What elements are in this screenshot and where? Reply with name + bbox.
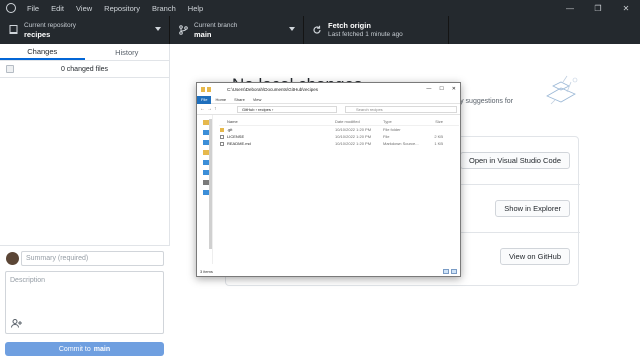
explorer-status-bar: 3 items (200, 269, 213, 274)
changes-header: 0 changed files (0, 61, 169, 78)
tab-history[interactable]: History (85, 44, 170, 60)
avatar (6, 252, 19, 265)
last-fetched-text: Last fetched 1 minute ago (328, 31, 403, 38)
illustration-icon (546, 75, 578, 105)
suggestions-text: lly suggestions for (457, 98, 514, 105)
changed-files-count: 0 changed files (60, 65, 109, 73)
file-list-header: Name Date modified Type Size (219, 118, 459, 126)
branch-icon (178, 25, 188, 35)
sidebar-tabs: Changes History (0, 44, 169, 61)
column-type[interactable]: Type (383, 119, 423, 124)
minimize-button[interactable]: — (556, 0, 584, 16)
ribbon-tab-share[interactable]: Share (230, 97, 249, 102)
file-name: README.md (227, 141, 251, 146)
menu-bar: File Edit View Repository Branch Help (27, 0, 203, 16)
file-explorer-window[interactable]: C:\Users\Deborah\Documents\GitHub\recipe… (196, 82, 461, 277)
ribbon-tab-file[interactable]: File (197, 95, 212, 104)
file-size: 2 KB (434, 134, 443, 139)
column-date-modified[interactable]: Date modified (335, 119, 383, 124)
commit-button-label: Commit to (58, 345, 91, 353)
file-icon (220, 135, 224, 139)
select-all-checkbox[interactable] (6, 65, 14, 73)
explorer-minimize-button[interactable]: — (426, 86, 431, 92)
explorer-address-row: ←→↑ GitHub › recipes › Search recipes (197, 104, 460, 115)
repository-icon (8, 25, 18, 35)
close-button[interactable]: ✕ (612, 0, 640, 16)
file-row[interactable]: README.md 10/10/2022 1:20 PM Markdown So… (219, 140, 459, 147)
file-date: 10/10/2022 1:20 PM (335, 127, 372, 132)
current-branch-dropdown[interactable]: Current branch main (170, 16, 304, 44)
menu-file[interactable]: File (27, 4, 39, 13)
file-row[interactable]: .git 10/10/2022 1:20 PM File folder (219, 126, 459, 133)
column-size[interactable]: Size (423, 119, 443, 124)
show-in-explorer-button[interactable]: Show in Explorer (495, 200, 570, 217)
add-co-author-icon[interactable] (11, 319, 22, 330)
github-logo-icon (6, 3, 16, 13)
toolbar: Current repository recipes Current branc… (0, 16, 640, 44)
chevron-down-icon (155, 27, 161, 31)
explorer-window-controls: — ☐ ✕ (426, 86, 456, 92)
fetch-origin-button[interactable]: Fetch origin Last fetched 1 minute ago (304, 16, 449, 44)
restore-button[interactable]: ❐ (584, 0, 612, 16)
current-repository-value: recipes (24, 30, 51, 39)
current-repository-dropdown[interactable]: Current repository recipes (0, 16, 170, 44)
view-toggle-buttons (443, 269, 457, 274)
explorer-ribbon: File Home Share View (197, 95, 460, 104)
commit-area: Summary (required) Description Commit to… (0, 245, 170, 360)
window-controls: — ❐ ✕ (556, 0, 640, 16)
file-type: File folder (383, 127, 401, 132)
current-branch-value: main (194, 30, 212, 39)
explorer-close-button[interactable]: ✕ (452, 86, 456, 92)
file-name: LICENSE (227, 134, 245, 139)
commit-button[interactable]: Commit to main (5, 342, 164, 356)
current-repository-label: Current repository (24, 22, 77, 29)
explorer-title-bar: C:\Users\Deborah\Documents\GitHub\recipe… (197, 83, 460, 96)
sync-icon (312, 25, 322, 35)
large-icons-view-icon[interactable] (451, 269, 457, 274)
ribbon-tab-view[interactable]: View (249, 97, 266, 102)
file-name: .git (227, 127, 233, 132)
chevron-down-icon (289, 27, 295, 31)
sidebar: Changes History 0 changed files Summary … (0, 44, 170, 360)
description-placeholder: Description (10, 277, 46, 284)
file-row[interactable]: LICENSE 10/10/2022 1:20 PM File 2 KB (219, 133, 459, 140)
file-type: Markdown Source... (383, 141, 419, 146)
file-date: 10/10/2022 1:20 PM (335, 134, 372, 139)
menu-branch[interactable]: Branch (152, 4, 176, 13)
folder-icon (220, 128, 224, 132)
description-field[interactable]: Description (5, 271, 164, 334)
markdown-file-icon (220, 142, 224, 146)
tab-changes[interactable]: Changes (0, 44, 85, 60)
address-segment[interactable]: GitHub (242, 107, 254, 112)
address-bar[interactable]: GitHub › recipes › (237, 106, 337, 113)
file-size: 1 KB (434, 141, 443, 146)
ribbon-tab-home[interactable]: Home (211, 97, 230, 102)
column-name[interactable]: Name (219, 119, 335, 124)
open-in-vscode-button[interactable]: Open in Visual Studio Code (459, 152, 570, 169)
explorer-search-input[interactable]: Search recipes (345, 106, 457, 113)
menu-edit[interactable]: Edit (51, 4, 64, 13)
file-date: 10/10/2022 1:20 PM (335, 141, 372, 146)
navigation-arrows-icon[interactable]: ←→↑ (197, 106, 237, 112)
folder-icon (201, 86, 205, 92)
file-list: Name Date modified Type Size .git 10/10/… (219, 118, 459, 147)
explorer-title-path: C:\Users\Deborah\Documents\GitHub\recipe… (227, 87, 319, 92)
menu-help[interactable]: Help (188, 4, 203, 13)
title-bar: File Edit View Repository Branch Help — … (0, 0, 640, 16)
current-branch-label: Current branch (194, 22, 238, 29)
summary-input[interactable]: Summary (required) (21, 251, 164, 266)
quick-access-toolbar (201, 86, 221, 93)
navigation-scrollbar[interactable] (209, 119, 212, 249)
details-view-icon[interactable] (443, 269, 449, 274)
explorer-maximize-button[interactable]: ☐ (439, 86, 443, 92)
file-type: File (383, 134, 390, 139)
menu-repository[interactable]: Repository (104, 4, 140, 13)
commit-branch-name: main (93, 345, 111, 353)
fetch-origin-label: Fetch origin (328, 21, 371, 30)
folder-icon (207, 86, 211, 92)
menu-view[interactable]: View (76, 4, 92, 13)
view-on-github-button[interactable]: View on GitHub (500, 248, 570, 265)
address-segment[interactable]: recipes (258, 107, 271, 112)
